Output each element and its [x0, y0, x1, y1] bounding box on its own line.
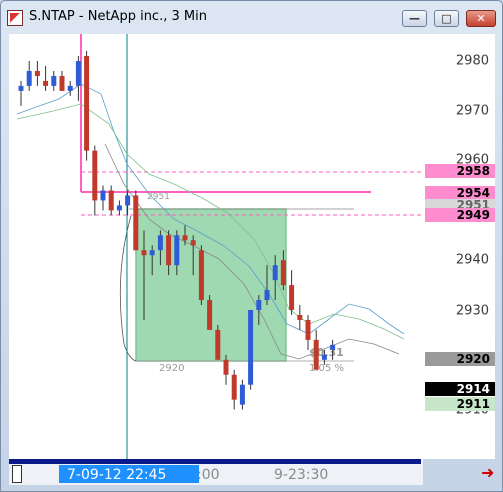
time-axis[interactable]: 7-09-12 22:45 :00 9-23:30	[9, 459, 423, 485]
close-icon: ✕	[476, 12, 486, 25]
candle-body[interactable]	[92, 150, 98, 201]
time-label-next: 9-23:30	[274, 467, 329, 483]
time-scroll-handle[interactable]	[12, 465, 22, 483]
candle-body[interactable]	[149, 250, 155, 256]
candle-body[interactable]	[272, 265, 278, 281]
candle-body[interactable]	[289, 285, 295, 310]
price-tag-2914: 2914	[425, 382, 495, 396]
candle-body[interactable]	[166, 235, 172, 266]
price-tag-2920: 2920	[425, 352, 495, 366]
time-cursor-label: 7-09-12 22:45	[67, 467, 167, 483]
time-scrollbar[interactable]	[9, 459, 421, 464]
chart-plot-area[interactable]: 2951 2920 $0.31 1.05 %	[9, 34, 423, 459]
candle-body[interactable]	[182, 235, 188, 241]
candle-body[interactable]	[313, 339, 319, 370]
minimize-button[interactable]: —	[402, 10, 427, 27]
candle-body[interactable]	[157, 235, 163, 251]
close-button[interactable]: ✕	[466, 10, 496, 27]
time-cursor-suffix: :00	[197, 467, 220, 483]
candle-body[interactable]	[67, 85, 73, 91]
candle-body[interactable]	[215, 329, 221, 360]
candle-body[interactable]	[248, 310, 254, 385]
candle-body[interactable]	[330, 344, 336, 350]
chart-app-icon[interactable]	[7, 10, 23, 26]
price-tag-2949: 2949	[425, 208, 495, 222]
candlestick-chart[interactable]: 2951 2920 $0.31 1.05 %	[9, 34, 423, 459]
price-label-2970: 2970	[455, 103, 489, 119]
chart-window: S.NTAP - NetApp inc., 3 Min — □ ✕ 2951 2…	[0, 0, 503, 492]
candle-body[interactable]	[305, 319, 311, 340]
candle-body[interactable]	[34, 70, 40, 76]
window-title: S.NTAP - NetApp inc., 3 Min	[29, 9, 207, 24]
candle-body[interactable]	[116, 205, 122, 211]
candle-body[interactable]	[321, 354, 327, 360]
candle-body[interactable]	[141, 250, 147, 256]
candle-body[interactable]	[280, 260, 286, 286]
price-axis[interactable]: 2980 2970 2960 2950 2940 2930 2920 2910 …	[423, 34, 495, 459]
candle-body[interactable]	[59, 75, 65, 91]
price-label-2980: 2980	[455, 53, 489, 69]
candle-body[interactable]	[51, 75, 57, 86]
candle-body[interactable]	[174, 235, 180, 266]
box-low-label: 2920	[159, 363, 184, 374]
candle-body[interactable]	[207, 300, 213, 330]
candle-body[interactable]	[223, 359, 229, 375]
candle-body[interactable]	[84, 56, 90, 151]
candle-body[interactable]	[198, 250, 204, 301]
candle-body[interactable]	[108, 190, 114, 211]
maximize-button[interactable]: □	[434, 10, 459, 27]
candle-body[interactable]	[264, 290, 270, 301]
candle-body[interactable]	[75, 61, 81, 86]
scroll-right-arrow-icon[interactable]: ➜	[481, 463, 494, 482]
price-tag-2958: 2958	[425, 164, 495, 178]
minimize-icon: —	[409, 12, 420, 25]
candle-body[interactable]	[297, 314, 303, 320]
price-label-2930: 2930	[455, 303, 489, 319]
maximize-icon: □	[441, 12, 452, 25]
title-bar[interactable]: S.NTAP - NetApp inc., 3 Min — □ ✕	[1, 1, 502, 33]
candle-body[interactable]	[256, 300, 262, 310]
candle-body[interactable]	[231, 374, 237, 400]
price-label-2940: 2940	[455, 252, 489, 268]
candle-body[interactable]	[125, 195, 131, 206]
price-tag-2911: 2911	[425, 397, 495, 411]
candle-body[interactable]	[43, 80, 49, 86]
measure-box[interactable]	[135, 208, 287, 362]
candle-body[interactable]	[239, 384, 245, 405]
candle-body[interactable]	[133, 195, 139, 251]
box-price-label: 2951	[147, 192, 170, 202]
candle-body[interactable]	[18, 85, 24, 91]
candle-body[interactable]	[190, 240, 196, 246]
candle-body[interactable]	[26, 70, 32, 86]
candle-body[interactable]	[100, 190, 106, 201]
